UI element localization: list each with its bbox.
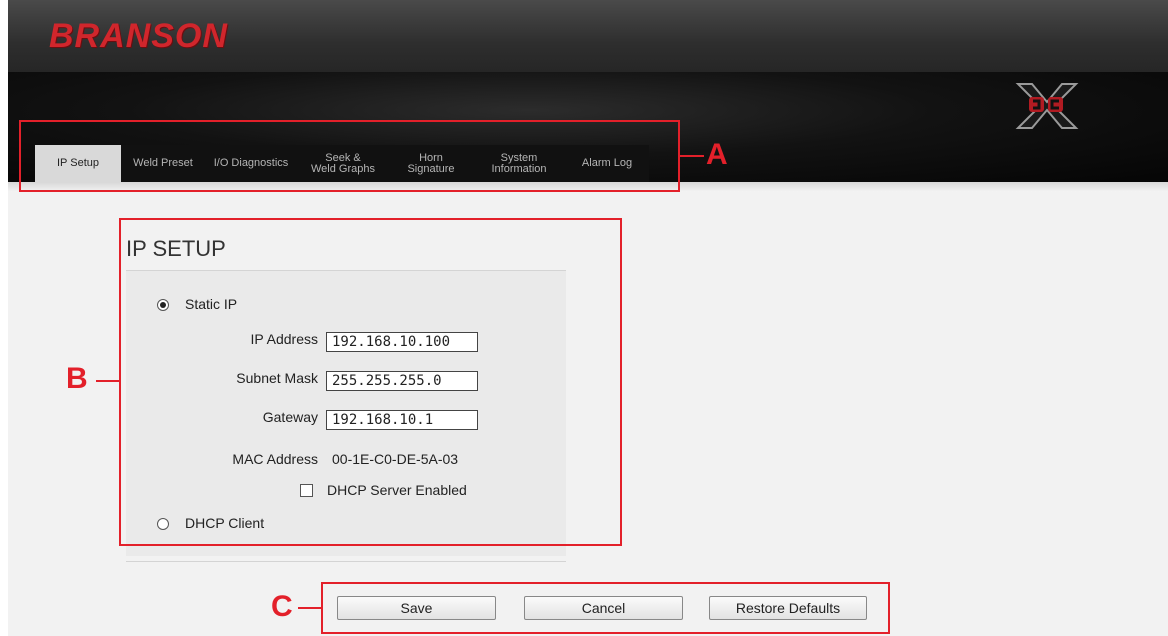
callout-a-box — [19, 120, 680, 192]
callout-b-label: B — [66, 362, 88, 395]
form-bottom-divider — [126, 561, 566, 562]
callout-b-box — [119, 218, 622, 546]
callout-c-label: C — [271, 590, 293, 623]
callout-c-line — [298, 607, 321, 609]
dcx-logo — [1015, 83, 1079, 129]
branson-logo: BRANSON — [49, 17, 228, 55]
header-bar: BRANSON — [8, 0, 1168, 72]
callout-b-line — [96, 380, 119, 382]
callout-a-label: A — [706, 138, 728, 171]
callout-c-box — [321, 582, 890, 634]
callout-a-line — [680, 155, 704, 157]
